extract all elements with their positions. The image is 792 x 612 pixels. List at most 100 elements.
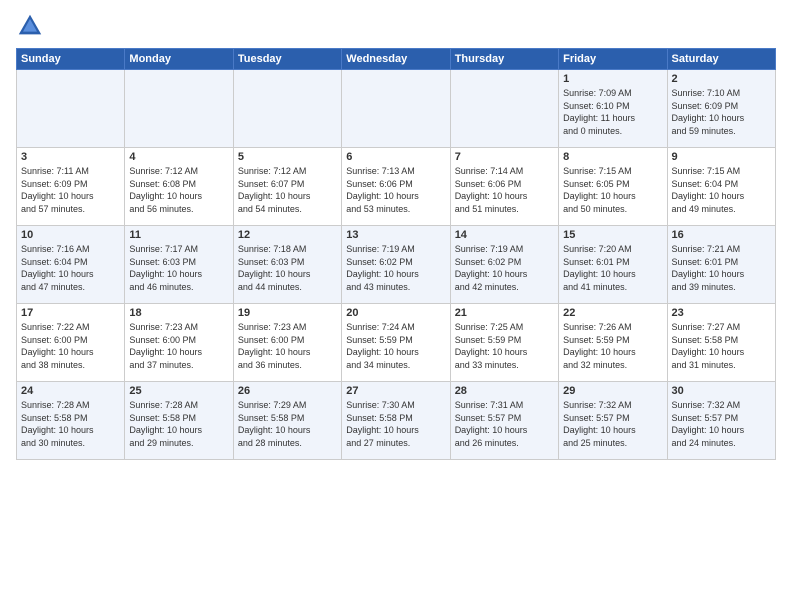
day-cell: 10 Sunrise: 7:16 AM Sunset: 6:04 PM Dayli… — [17, 226, 125, 304]
day-number: 14 — [455, 229, 554, 241]
calendar-header: SundayMondayTuesdayWednesdayThursdayFrid… — [17, 49, 776, 70]
day-info: Sunrise: 7:14 AM Sunset: 6:06 PM Dayligh… — [455, 165, 554, 215]
day-cell: 30 Sunrise: 7:32 AM Sunset: 5:57 PM Dayli… — [667, 382, 775, 460]
day-number: 27 — [346, 385, 445, 397]
day-number: 7 — [455, 151, 554, 163]
day-cell: 6 Sunrise: 7:13 AM Sunset: 6:06 PM Daylig… — [342, 148, 450, 226]
day-number: 22 — [563, 307, 662, 319]
header — [16, 12, 776, 40]
week-row-2: 3 Sunrise: 7:11 AM Sunset: 6:09 PM Daylig… — [17, 148, 776, 226]
day-number: 6 — [346, 151, 445, 163]
calendar-table: SundayMondayTuesdayWednesdayThursdayFrid… — [16, 48, 776, 460]
day-cell: 29 Sunrise: 7:32 AM Sunset: 5:57 PM Dayli… — [559, 382, 667, 460]
day-info: Sunrise: 7:22 AM Sunset: 6:00 PM Dayligh… — [21, 321, 120, 371]
day-cell: 9 Sunrise: 7:15 AM Sunset: 6:04 PM Daylig… — [667, 148, 775, 226]
day-info: Sunrise: 7:10 AM Sunset: 6:09 PM Dayligh… — [672, 87, 771, 137]
day-number: 10 — [21, 229, 120, 241]
page: SundayMondayTuesdayWednesdayThursdayFrid… — [0, 0, 792, 468]
day-cell: 11 Sunrise: 7:17 AM Sunset: 6:03 PM Dayli… — [125, 226, 233, 304]
day-cell: 4 Sunrise: 7:12 AM Sunset: 6:08 PM Daylig… — [125, 148, 233, 226]
day-cell: 19Sunrise: 7:23 AM Sunset: 6:00 PM Dayli… — [233, 304, 341, 382]
day-info: Sunrise: 7:12 AM Sunset: 6:07 PM Dayligh… — [238, 165, 337, 215]
day-cell — [233, 70, 341, 148]
day-info: Sunrise: 7:31 AM Sunset: 5:57 PM Dayligh… — [455, 399, 554, 449]
day-number: 9 — [672, 151, 771, 163]
header-cell-wednesday: Wednesday — [342, 49, 450, 70]
header-cell-saturday: Saturday — [667, 49, 775, 70]
week-row-1: 1 Sunrise: 7:09 AM Sunset: 6:10 PM Daylig… — [17, 70, 776, 148]
day-number: 25 — [129, 385, 228, 397]
day-number: 2 — [672, 73, 771, 85]
day-number: 18 — [129, 307, 228, 319]
day-cell: 7 Sunrise: 7:14 AM Sunset: 6:06 PM Daylig… — [450, 148, 558, 226]
day-cell: 13Sunrise: 7:19 AM Sunset: 6:02 PM Dayli… — [342, 226, 450, 304]
week-row-5: 24 Sunrise: 7:28 AM Sunset: 5:58 PM Dayli… — [17, 382, 776, 460]
day-number: 26 — [238, 385, 337, 397]
day-cell: 25 Sunrise: 7:28 AM Sunset: 5:58 PM Dayli… — [125, 382, 233, 460]
header-row: SundayMondayTuesdayWednesdayThursdayFrid… — [17, 49, 776, 70]
day-cell: 17 Sunrise: 7:22 AM Sunset: 6:00 PM Dayli… — [17, 304, 125, 382]
day-info: Sunrise: 7:15 AM Sunset: 6:04 PM Dayligh… — [672, 165, 771, 215]
day-cell — [17, 70, 125, 148]
day-info: Sunrise: 7:29 AM Sunset: 5:58 PM Dayligh… — [238, 399, 337, 449]
day-cell: 27 Sunrise: 7:30 AM Sunset: 5:58 PM Dayli… — [342, 382, 450, 460]
day-number: 8 — [563, 151, 662, 163]
day-info: Sunrise: 7:13 AM Sunset: 6:06 PM Dayligh… — [346, 165, 445, 215]
day-cell: 23 Sunrise: 7:27 AM Sunset: 5:58 PM Dayli… — [667, 304, 775, 382]
day-cell — [125, 70, 233, 148]
day-cell — [450, 70, 558, 148]
day-cell: 8 Sunrise: 7:15 AM Sunset: 6:05 PM Daylig… — [559, 148, 667, 226]
day-info: Sunrise: 7:15 AM Sunset: 6:05 PM Dayligh… — [563, 165, 662, 215]
day-info: Sunrise: 7:32 AM Sunset: 5:57 PM Dayligh… — [672, 399, 771, 449]
day-cell: 22 Sunrise: 7:26 AM Sunset: 5:59 PM Dayli… — [559, 304, 667, 382]
day-info: Sunrise: 7:23 AM Sunset: 6:00 PM Dayligh… — [238, 321, 337, 371]
day-number: 24 — [21, 385, 120, 397]
day-cell: 2 Sunrise: 7:10 AM Sunset: 6:09 PM Daylig… — [667, 70, 775, 148]
day-info: Sunrise: 7:20 AM Sunset: 6:01 PM Dayligh… — [563, 243, 662, 293]
day-number: 28 — [455, 385, 554, 397]
day-cell: 28 Sunrise: 7:31 AM Sunset: 5:57 PM Dayli… — [450, 382, 558, 460]
day-number: 4 — [129, 151, 228, 163]
day-number: 20 — [346, 307, 445, 319]
logo — [16, 12, 48, 40]
day-info: Sunrise: 7:19 AM Sunset: 6:02 PM Dayligh… — [455, 243, 554, 293]
day-info: Sunrise: 7:09 AM Sunset: 6:10 PM Dayligh… — [563, 87, 662, 137]
header-cell-tuesday: Tuesday — [233, 49, 341, 70]
day-cell: 14 Sunrise: 7:19 AM Sunset: 6:02 PM Dayli… — [450, 226, 558, 304]
day-cell: 16Sunrise: 7:21 AM Sunset: 6:01 PM Dayli… — [667, 226, 775, 304]
day-cell: 21 Sunrise: 7:25 AM Sunset: 5:59 PM Dayli… — [450, 304, 558, 382]
day-info: Sunrise: 7:24 AM Sunset: 5:59 PM Dayligh… — [346, 321, 445, 371]
day-info: Sunrise: 7:32 AM Sunset: 5:57 PM Dayligh… — [563, 399, 662, 449]
day-number: 23 — [672, 307, 771, 319]
day-cell — [342, 70, 450, 148]
day-info: Sunrise: 7:28 AM Sunset: 5:58 PM Dayligh… — [21, 399, 120, 449]
day-info: Sunrise: 7:23 AM Sunset: 6:00 PM Dayligh… — [129, 321, 228, 371]
day-number: 3 — [21, 151, 120, 163]
day-number: 30 — [672, 385, 771, 397]
day-info: Sunrise: 7:11 AM Sunset: 6:09 PM Dayligh… — [21, 165, 120, 215]
week-row-4: 17 Sunrise: 7:22 AM Sunset: 6:00 PM Dayli… — [17, 304, 776, 382]
day-number: 1 — [563, 73, 662, 85]
day-number: 11 — [129, 229, 228, 241]
day-info: Sunrise: 7:18 AM Sunset: 6:03 PM Dayligh… — [238, 243, 337, 293]
day-info: Sunrise: 7:17 AM Sunset: 6:03 PM Dayligh… — [129, 243, 228, 293]
day-info: Sunrise: 7:30 AM Sunset: 5:58 PM Dayligh… — [346, 399, 445, 449]
header-cell-friday: Friday — [559, 49, 667, 70]
day-info: Sunrise: 7:27 AM Sunset: 5:58 PM Dayligh… — [672, 321, 771, 371]
day-number: 29 — [563, 385, 662, 397]
day-cell: 26 Sunrise: 7:29 AM Sunset: 5:58 PM Dayli… — [233, 382, 341, 460]
day-number: 21 — [455, 307, 554, 319]
day-cell: 12Sunrise: 7:18 AM Sunset: 6:03 PM Dayli… — [233, 226, 341, 304]
header-cell-sunday: Sunday — [17, 49, 125, 70]
day-info: Sunrise: 7:16 AM Sunset: 6:04 PM Dayligh… — [21, 243, 120, 293]
day-info: Sunrise: 7:26 AM Sunset: 5:59 PM Dayligh… — [563, 321, 662, 371]
day-info: Sunrise: 7:25 AM Sunset: 5:59 PM Dayligh… — [455, 321, 554, 371]
day-info: Sunrise: 7:28 AM Sunset: 5:58 PM Dayligh… — [129, 399, 228, 449]
day-info: Sunrise: 7:12 AM Sunset: 6:08 PM Dayligh… — [129, 165, 228, 215]
day-number: 17 — [21, 307, 120, 319]
header-cell-monday: Monday — [125, 49, 233, 70]
day-number: 16 — [672, 229, 771, 241]
day-cell: 15Sunrise: 7:20 AM Sunset: 6:01 PM Dayli… — [559, 226, 667, 304]
header-cell-thursday: Thursday — [450, 49, 558, 70]
calendar-body: 1 Sunrise: 7:09 AM Sunset: 6:10 PM Daylig… — [17, 70, 776, 460]
